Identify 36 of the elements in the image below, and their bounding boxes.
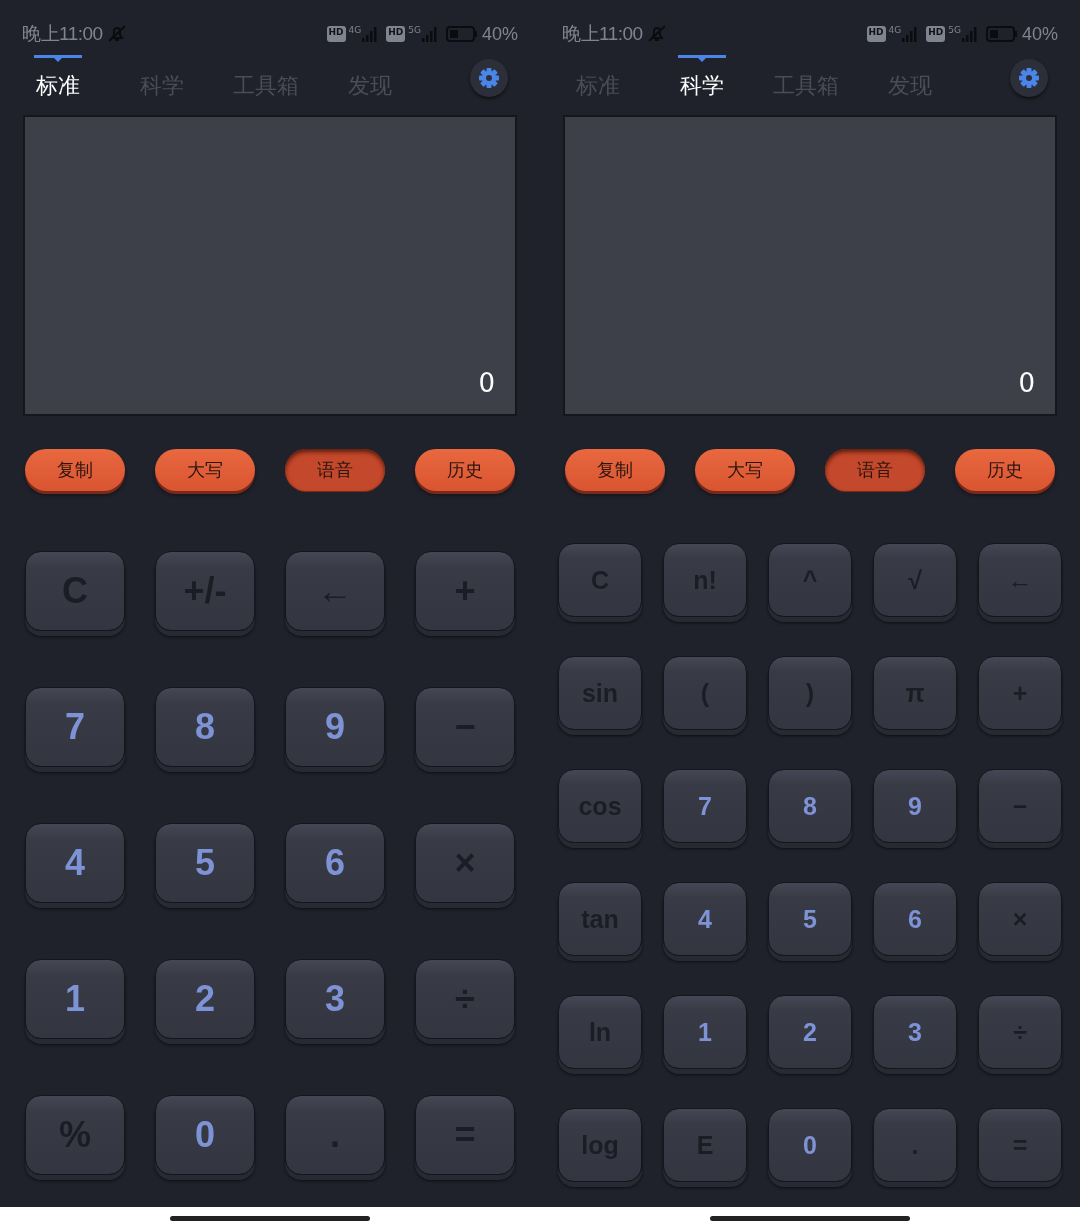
tool-button[interactable]: 历史 <box>955 449 1055 491</box>
network-type: 4G <box>348 26 362 34</box>
display-value: 0 <box>1018 368 1035 398</box>
tab[interactable]: 标准 <box>6 55 110 101</box>
display-value: 0 <box>478 368 495 398</box>
battery-icon <box>985 26 1018 42</box>
network-type: 5G <box>408 26 421 34</box>
tab[interactable]: 科学 <box>650 55 754 101</box>
status-time: 晚上11:00 <box>22 22 103 46</box>
hd-badge: HD <box>926 26 946 42</box>
tool-button[interactable]: 大写 <box>695 449 795 491</box>
battery-percent: 40% <box>481 23 518 45</box>
tool-button[interactable]: 历史 <box>415 449 515 491</box>
battery-icon <box>445 26 478 42</box>
signal-icon <box>961 26 978 42</box>
tool-button[interactable]: 语音 <box>285 449 385 491</box>
signal-icon <box>362 26 379 42</box>
signal-icon <box>421 26 438 42</box>
tab-indicator <box>34 55 82 63</box>
network-type: 5G <box>948 26 961 34</box>
settings-icon <box>1018 67 1040 89</box>
tab-indicator <box>678 55 726 63</box>
tool-button[interactable]: 语音 <box>825 449 925 491</box>
tool-button[interactable]: 大写 <box>155 449 255 491</box>
hd-badge: HD <box>386 26 406 42</box>
battery-percent: 40% <box>1021 23 1058 45</box>
tool-button[interactable]: 复制 <box>25 449 125 491</box>
settings-icon <box>478 67 500 89</box>
hd-badge: HD <box>326 26 346 42</box>
status-time: 晚上11:00 <box>562 22 643 46</box>
settings-button[interactable] <box>1010 59 1048 97</box>
tool-button[interactable]: 复制 <box>565 449 665 491</box>
network-type: 4G <box>888 26 902 34</box>
hd-badge: HD <box>866 26 886 42</box>
signal-icon <box>902 26 919 42</box>
settings-button[interactable] <box>470 59 508 97</box>
